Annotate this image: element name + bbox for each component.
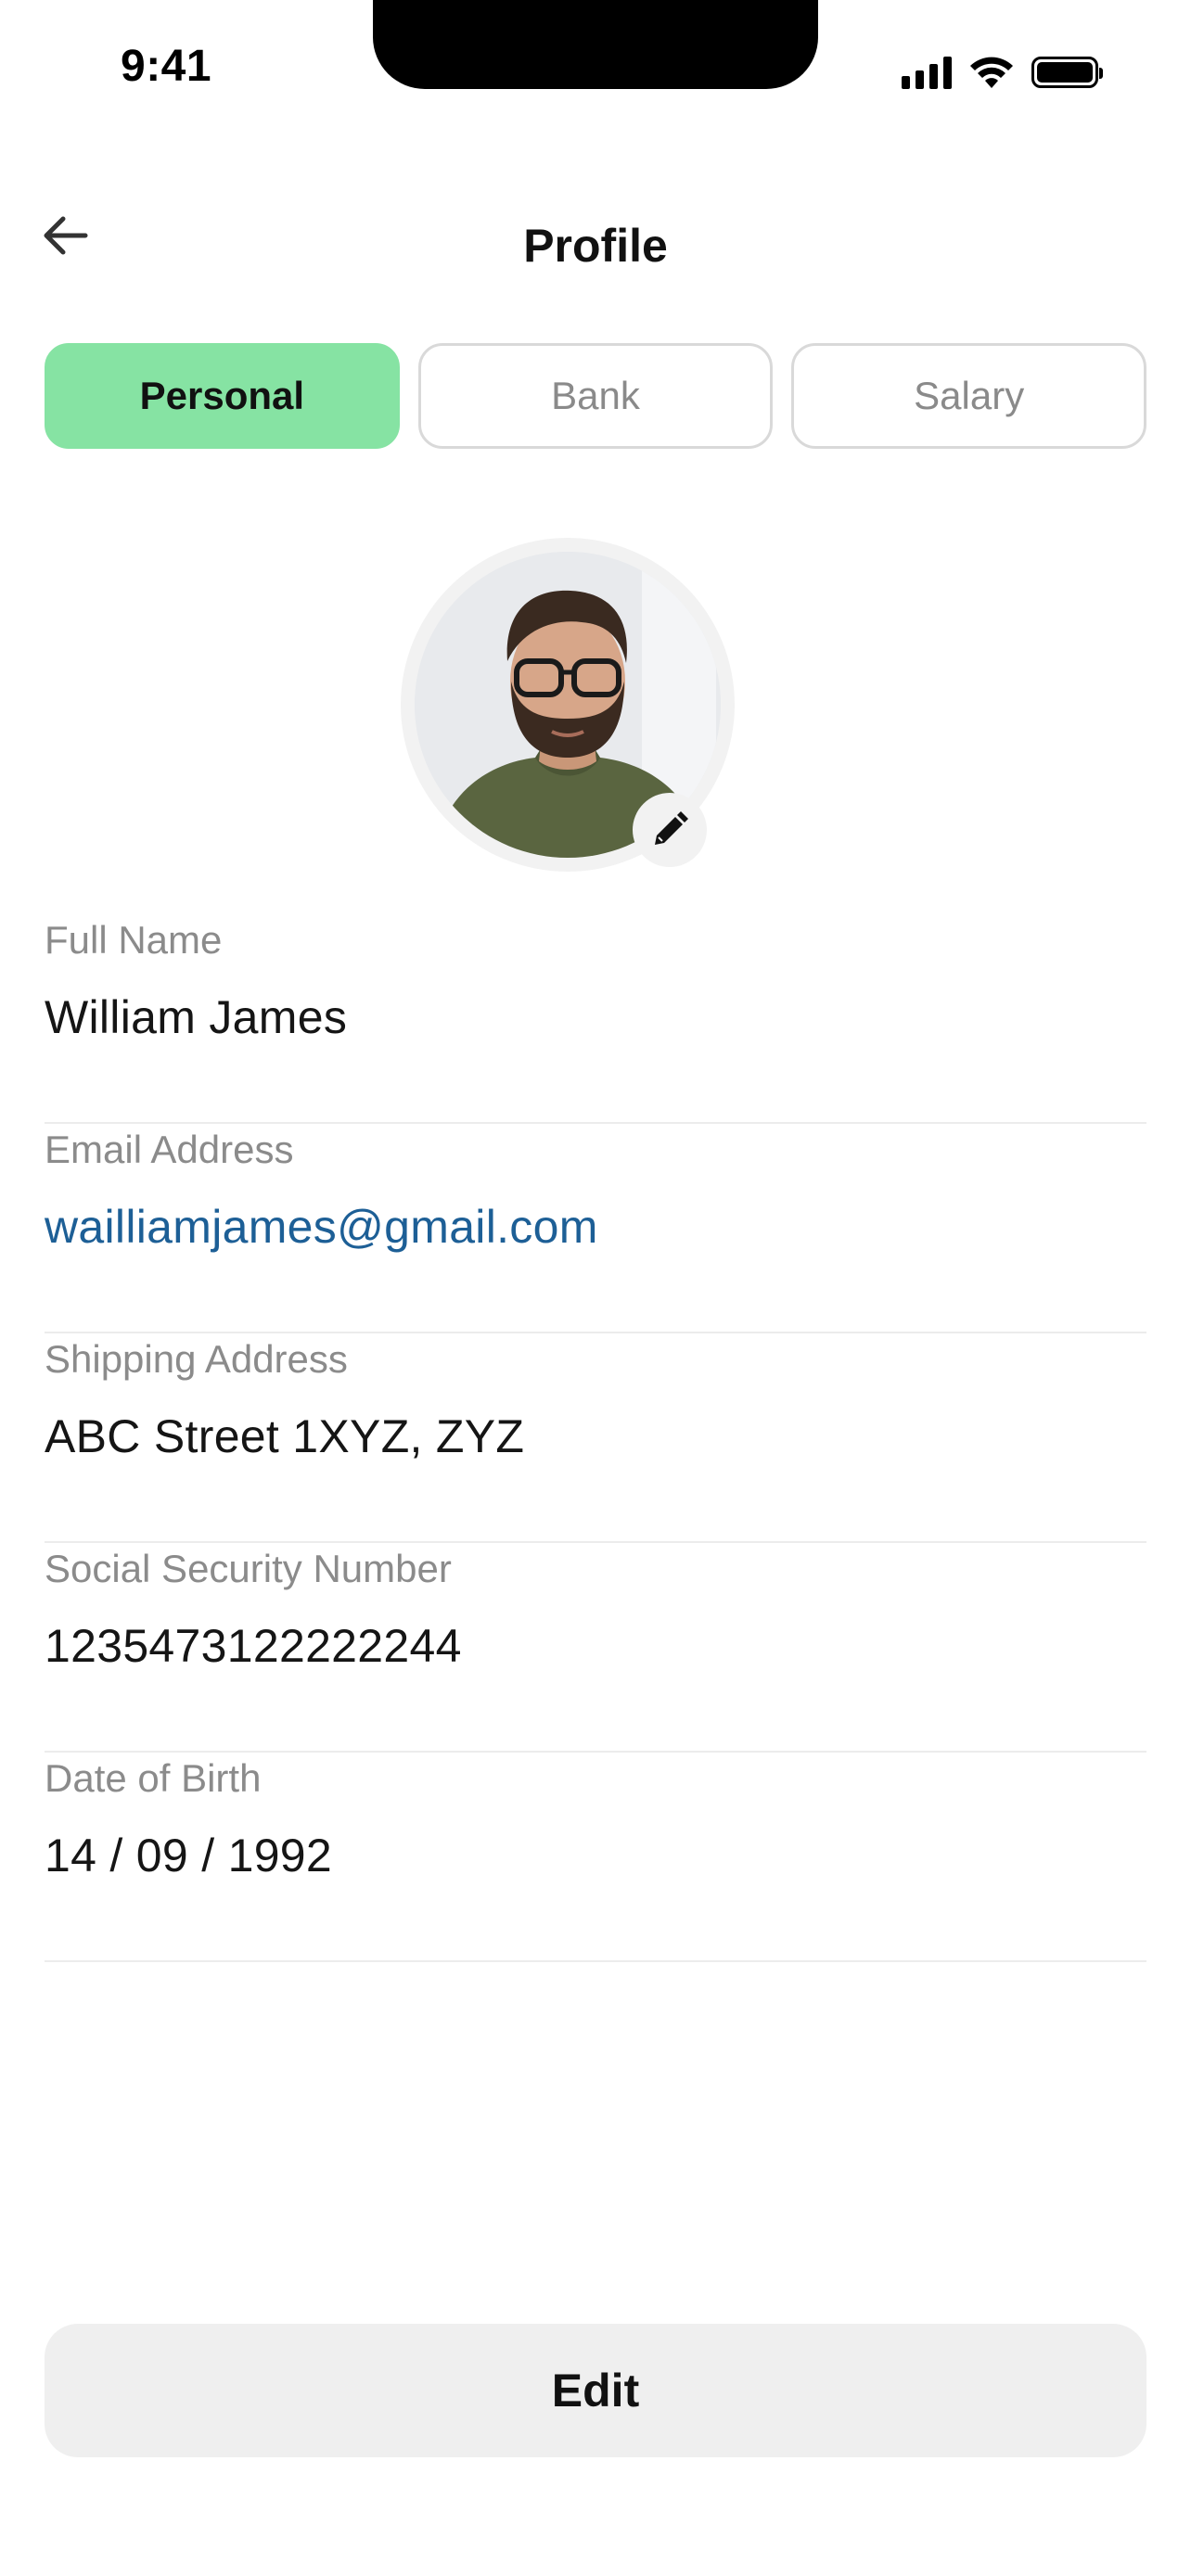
device-notch xyxy=(373,0,818,89)
full-name-value: William James xyxy=(45,991,348,1043)
pencil-icon xyxy=(655,811,688,845)
status-icons xyxy=(902,52,1103,93)
edit-button[interactable]: Edit xyxy=(45,2324,1146,2457)
battery-icon xyxy=(1031,57,1103,88)
field-label: Shipping Address xyxy=(45,1337,348,1381)
email-value[interactable]: wailliamjames@gmail.com xyxy=(45,1200,598,1254)
field-label: Full Name xyxy=(45,918,223,962)
shipping-address-value: ABC Street 1XYZ, ZYZ xyxy=(45,1410,525,1462)
date-of-birth-value: 14 / 09 / 1992 xyxy=(45,1830,333,1881)
cellular-signal-icon xyxy=(902,56,952,89)
tab-bank[interactable]: Bank xyxy=(417,343,774,449)
ssn-value: 1235473122222244 xyxy=(45,1620,462,1672)
field-label: Email Address xyxy=(45,1128,294,1171)
field-email[interactable]: Email Address wailliamjames@gmail.com xyxy=(45,1128,1146,1333)
tab-personal[interactable]: Personal xyxy=(45,343,400,449)
field-social-security-number[interactable]: Social Security Number 1235473122222244 xyxy=(45,1547,1146,1753)
field-label: Social Security Number xyxy=(45,1547,452,1590)
field-date-of-birth[interactable]: Date of Birth 14 / 09 / 1992 xyxy=(45,1756,1146,1962)
field-label: Date of Birth xyxy=(45,1756,262,1800)
field-shipping-address[interactable]: Shipping Address ABC Street 1XYZ, ZYZ xyxy=(45,1337,1146,1543)
profile-tabs: Personal Bank Salary xyxy=(45,343,1147,449)
page-title: Profile xyxy=(523,220,668,272)
edit-avatar-button[interactable] xyxy=(633,793,707,867)
tab-salary[interactable]: Salary xyxy=(791,343,1147,449)
status-bar: 9:41 xyxy=(0,0,1191,139)
field-full-name[interactable]: Full Name William James xyxy=(45,918,1146,1124)
wifi-icon xyxy=(970,57,1013,88)
status-time: 9:41 xyxy=(121,42,212,91)
